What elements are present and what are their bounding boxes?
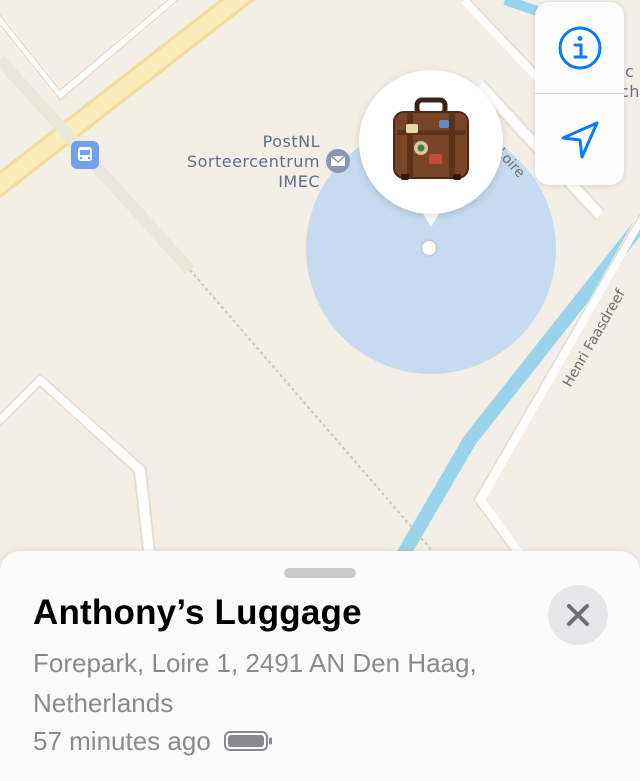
item-title: Anthony’s Luggage — [33, 593, 362, 632]
mail-icon — [326, 149, 350, 173]
train-station-icon — [71, 141, 99, 169]
last-seen-time: 57 minutes ago — [33, 725, 211, 756]
battery-icon — [223, 731, 272, 751]
poi-label[interactable]: PostNL Sorteercentrum IMEC — [150, 132, 320, 192]
luggage-icon — [393, 97, 469, 180]
current-location-button[interactable] — [535, 94, 624, 185]
close-button[interactable] — [548, 585, 608, 645]
close-icon — [567, 604, 589, 626]
item-pin[interactable] — [359, 70, 503, 214]
poi-label-line: PostNL — [262, 132, 320, 151]
poi-label-line: IMEC — [278, 172, 320, 191]
item-location-dot — [422, 241, 436, 255]
map-controls — [535, 2, 624, 185]
item-status: 57 minutes ago — [33, 723, 275, 759]
info-icon — [558, 26, 601, 69]
location-arrow-icon — [561, 121, 598, 158]
item-address: Forepark, Loire 1, 2491 AN Den Haag, Net… — [33, 648, 477, 718]
poi-label-line: Sorteercentrum — [186, 152, 320, 171]
sheet-grabber[interactable] — [284, 568, 356, 578]
info-button[interactable] — [535, 2, 624, 93]
item-detail-sheet: Anthony’s Luggage Forepark, Loire 1, 249… — [0, 551, 640, 781]
